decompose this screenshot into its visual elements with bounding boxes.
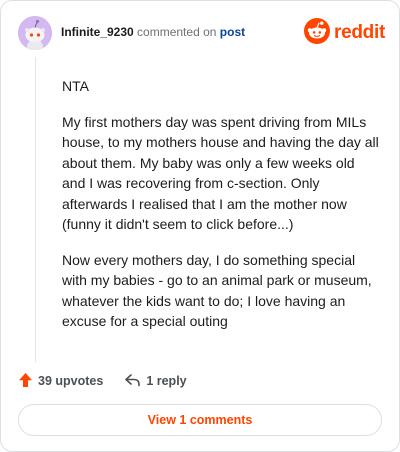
reddit-logo[interactable]: reddit <box>304 16 385 50</box>
comment-body: NTA My first mothers day was spent drivi… <box>62 76 380 347</box>
upvote-arrow-icon <box>18 372 33 391</box>
username-link[interactable]: Infinite_9230 <box>61 25 134 39</box>
comment-paragraph: My first mothers day was spent driving f… <box>62 113 379 233</box>
reply-button[interactable]: 1 reply <box>124 373 187 390</box>
thread-line <box>35 57 36 362</box>
upvote-button[interactable]: 39 upvotes <box>18 372 103 391</box>
comment-paragraph: NTA <box>62 78 89 94</box>
comment-paragraph: Now every mothers day, I do something sp… <box>62 251 372 330</box>
reply-count: 1 reply <box>146 374 187 388</box>
snoo-avatar-icon[interactable] <box>18 16 52 50</box>
comment-actions: 39 upvotes 1 reply <box>18 371 187 391</box>
comment-card: Infinite_9230 commented on post reddit N… <box>0 0 400 452</box>
view-comments-button[interactable]: View 1 comments <box>18 404 382 436</box>
action-text: commented on <box>137 25 217 39</box>
upvote-count: 39 upvotes <box>38 374 104 388</box>
reply-arrow-icon <box>124 373 141 390</box>
reddit-alien-icon <box>304 17 331 49</box>
reddit-wordmark: reddit <box>334 22 385 43</box>
post-link[interactable]: post <box>220 25 245 39</box>
comment-header: Infinite_9230 commented on post reddit <box>18 16 385 52</box>
comment-meta: Infinite_9230 commented on post <box>61 25 245 39</box>
